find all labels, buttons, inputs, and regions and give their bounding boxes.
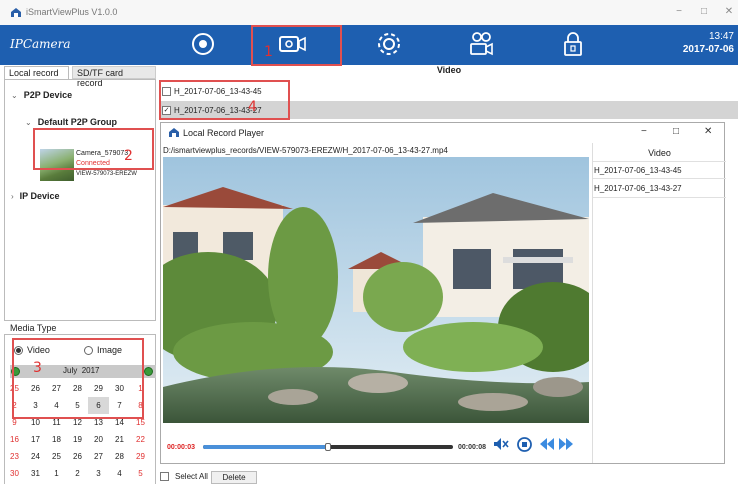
close-button[interactable]: ✕ — [722, 6, 736, 17]
clock: 13:47 2017-07-06 — [683, 31, 734, 55]
fast-forward-icon — [558, 438, 574, 453]
annotation-label-4: 4 — [248, 99, 257, 115]
device-button[interactable] — [456, 27, 506, 63]
stop-button[interactable] — [517, 437, 532, 454]
select-all-label: Select All — [175, 472, 208, 481]
annotation-box-2 — [33, 128, 154, 170]
video-list-header: Video — [436, 65, 462, 75]
calendar-day[interactable]: 27 — [88, 448, 109, 465]
live-view-button[interactable] — [178, 27, 228, 63]
player-title: Local Record Player — [183, 128, 265, 138]
maximize-button[interactable]: □ — [697, 6, 711, 17]
calendar-day[interactable]: 29 — [130, 448, 151, 465]
player-logo-icon — [168, 127, 180, 140]
delete-button[interactable]: Delete — [211, 471, 257, 484]
select-all-checkbox[interactable]: Select All — [160, 472, 208, 481]
annotation-box-3 — [12, 338, 144, 419]
app-window: iSmartViewPlus V1.0.0 − □ ✕ IPCamera 13:… — [0, 0, 738, 484]
annotation-box-4 — [159, 80, 290, 120]
eye-icon — [191, 32, 215, 58]
calendar-day[interactable]: 19 — [67, 431, 88, 448]
tree-label-p2p: P2P Device — [23, 90, 73, 100]
tree-node-group[interactable]: ⌄ Default P2P Group — [25, 117, 117, 127]
player-maximize-button[interactable]: □ — [673, 126, 679, 137]
total-time: 00:00:08 — [458, 444, 487, 451]
title-bar: iSmartViewPlus V1.0.0 − □ ✕ — [0, 0, 738, 25]
tab-local-record[interactable]: Local record — [4, 66, 69, 79]
calendar-day[interactable]: 5 — [130, 465, 151, 482]
progress-fill — [203, 445, 328, 449]
player-list-item[interactable]: H_2017-07-06_13-43-27 — [593, 180, 726, 198]
clock-date: 2017-07-06 — [682, 44, 734, 55]
calendar-day[interactable]: 1 — [46, 465, 67, 482]
calendar-day[interactable]: 30 — [4, 465, 25, 482]
mute-button[interactable] — [493, 437, 509, 453]
annotation-label-2: 2 — [124, 148, 133, 164]
calendar-day[interactable]: 25 — [46, 448, 67, 465]
chevron-down-icon: ⌄ — [11, 91, 18, 100]
calendar-day[interactable]: 21 — [109, 431, 130, 448]
device-tree: ⌄ P2P Device ⌄ Default P2P Group Camera_57… — [4, 79, 156, 321]
lock-button[interactable] — [548, 27, 598, 63]
calendar-day[interactable]: 4 — [109, 465, 130, 482]
media-type-label: Media Type — [10, 323, 57, 333]
calendar-day[interactable]: 28 — [109, 448, 130, 465]
next-month-button[interactable] — [144, 367, 153, 376]
chevron-right-icon: › — [11, 192, 14, 201]
tree-node-p2p-device[interactable]: ⌄ P2P Device — [11, 90, 72, 100]
calendar-day[interactable]: 22 — [130, 431, 151, 448]
calendar-day[interactable]: 3 — [88, 465, 109, 482]
calendar-day[interactable]: 17 — [25, 431, 46, 448]
fast-forward-button[interactable] — [558, 437, 574, 453]
player-close-button[interactable]: ✕ — [704, 126, 712, 137]
tab-sd-card-record[interactable]: SD/TF card record — [72, 66, 156, 88]
local-record-player-window: Local Record Player − □ ✕ D:/ismartviewp… — [160, 122, 726, 464]
video-frame[interactable] — [163, 157, 589, 423]
calendar-day[interactable]: 16 — [4, 431, 25, 448]
annotation-label-3: 3 — [33, 360, 42, 376]
player-file-list: Video H_2017-07-06_13-43-45 H_2017-07-06… — [592, 143, 726, 463]
chevron-down-icon: ⌄ — [25, 118, 32, 127]
progress-handle[interactable] — [325, 443, 331, 451]
calendar-day[interactable]: 26 — [67, 448, 88, 465]
lock-icon — [562, 31, 584, 59]
brand-logo: IPCamera — [10, 37, 71, 51]
playback-controls: 00:00:03 00:00:08 — [163, 425, 589, 463]
player-list-header: Video — [648, 148, 671, 158]
calendar-day[interactable]: 24 — [25, 448, 46, 465]
calendar-day[interactable]: 2 — [67, 465, 88, 482]
checkbox[interactable] — [160, 472, 169, 481]
rewind-button[interactable] — [539, 437, 555, 453]
calendar-day[interactable]: 31 — [25, 465, 46, 482]
main-toolbar: IPCamera 13:47 2017-07-06 — [0, 25, 738, 65]
tree-node-ip-device[interactable]: › IP Device — [11, 191, 60, 201]
person-camera-icon — [467, 31, 495, 59]
calendar-day[interactable]: 20 — [88, 431, 109, 448]
app-title: iSmartViewPlus V1.0.0 — [26, 7, 118, 17]
player-list-item[interactable]: H_2017-07-06_13-43-45 — [593, 161, 726, 179]
rewind-icon — [539, 438, 555, 453]
gear-icon — [376, 31, 402, 59]
minimize-button[interactable]: − — [672, 6, 686, 17]
player-minimize-button[interactable]: − — [641, 126, 647, 137]
camera-id: VIEW-579073-EREZW — [76, 171, 137, 177]
file-path: D:/ismartviewplus_records/VIEW-579073-ER… — [163, 146, 448, 155]
speaker-muted-icon — [493, 438, 509, 453]
settings-button[interactable] — [364, 27, 414, 63]
current-time: 00:00:03 — [167, 444, 196, 451]
progress-slider[interactable] — [203, 443, 453, 451]
bottom-bar: Select All Delete — [160, 468, 738, 484]
calendar-day[interactable]: 18 — [46, 431, 67, 448]
record-tabs: Local record SD/TF card record — [4, 65, 156, 88]
clock-time: 13:47 — [708, 31, 734, 42]
tree-label-group: Default P2P Group — [37, 117, 118, 127]
stop-icon — [517, 437, 532, 454]
tree-label-ip: IP Device — [19, 191, 60, 201]
calendar-day[interactable]: 23 — [4, 448, 25, 465]
app-logo-icon — [10, 7, 22, 20]
annotation-label-1: 1 — [264, 44, 273, 60]
